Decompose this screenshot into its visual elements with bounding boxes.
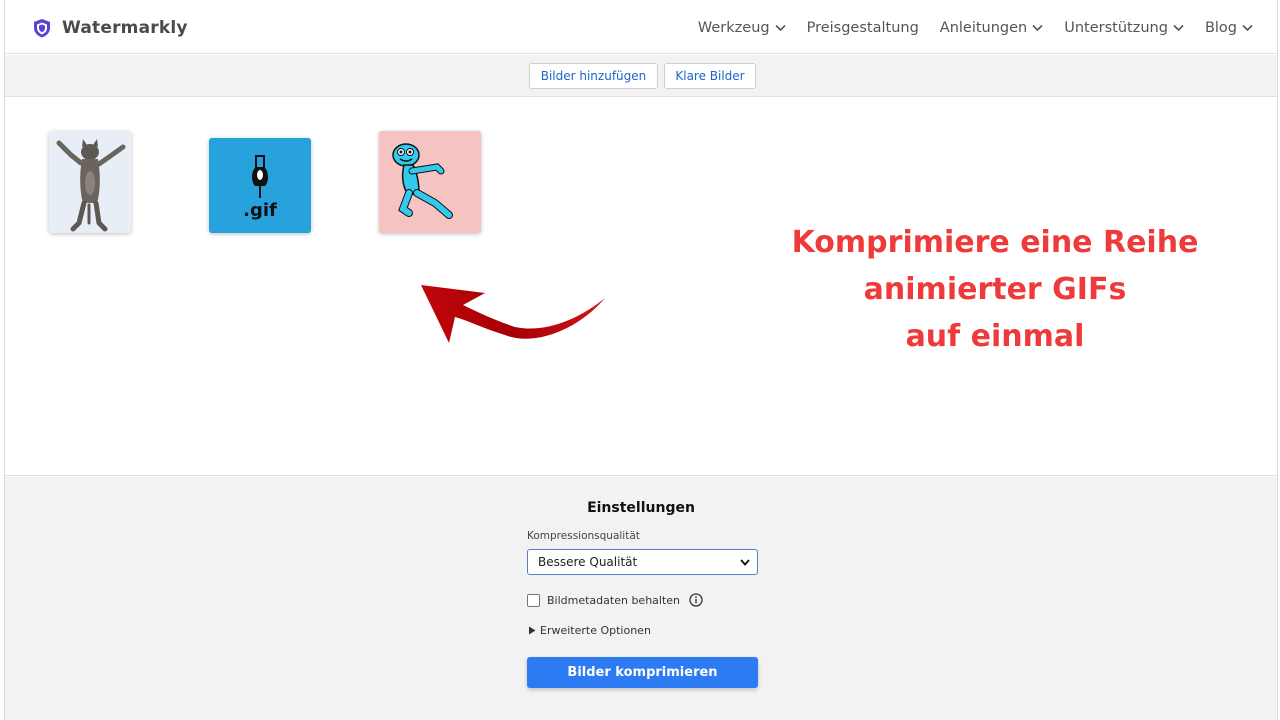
nav-item-label: Preisgestaltung: [806, 20, 919, 36]
nav-item-unterstuetzung[interactable]: Unterstützung: [1064, 20, 1184, 36]
advanced-options-toggle[interactable]: Erweiterte Optionen: [528, 624, 651, 637]
quality-select-value: Bessere Qualität: [538, 555, 638, 569]
advanced-options-label: Erweiterte Optionen: [540, 624, 651, 637]
nav-item-label: Blog: [1204, 20, 1237, 36]
quality-label: Kompressionsqualität: [527, 530, 640, 542]
gif-caption: .gif: [243, 200, 277, 221]
promo-line-2: animierter GIFs: [863, 272, 1127, 307]
add-images-button[interactable]: Bilder hinzufügen: [529, 63, 658, 89]
metadata-option: Bildmetadaten behalten: [527, 593, 703, 607]
app-window: Watermarkly Werkzeug Preisgestaltung Anl…: [0, 0, 1280, 720]
nav-item-label: Unterstützung: [1064, 20, 1168, 36]
settings-panel: Einstellungen Kompressionsqualität Besse…: [5, 477, 1277, 720]
nav-item-blog[interactable]: Blog: [1205, 20, 1253, 36]
nav-item-preisgestaltung[interactable]: Preisgestaltung: [807, 20, 919, 36]
promo-line-3: auf einmal: [905, 319, 1085, 354]
cartoon-image: [379, 131, 481, 233]
chevron-down-icon: [775, 24, 786, 32]
chevron-down-icon: [1173, 24, 1184, 32]
compress-images-button[interactable]: Bilder komprimieren: [527, 657, 758, 688]
nav-item-werkzeug[interactable]: Werkzeug: [698, 20, 786, 36]
chevron-down-icon: [1032, 24, 1043, 32]
image-list: .gif Komprimiere eine Reihe animierter G…: [5, 97, 1277, 476]
gif-file-icon: .gif: [209, 138, 311, 233]
nav-item-label: Werkzeug: [697, 20, 770, 36]
triangle-right-icon: [529, 626, 536, 635]
quality-select[interactable]: Bessere Qualität: [527, 549, 758, 575]
curved-arrow-icon: [421, 285, 605, 343]
shield-icon: [34, 19, 50, 38]
right-border: [1277, 0, 1278, 720]
chevron-down-icon: [1242, 24, 1253, 32]
nav-item-anleitungen[interactable]: Anleitungen: [940, 20, 1043, 36]
metadata-label: Bildmetadaten behalten: [547, 593, 681, 607]
image-thumbnail-dance[interactable]: [379, 131, 481, 233]
image-thumbnail-gif[interactable]: .gif: [209, 138, 311, 233]
settings-title: Einstellungen: [587, 500, 695, 516]
cat-image: [49, 131, 131, 233]
info-icon[interactable]: [689, 593, 703, 607]
promo-text: Komprimiere eine Reihe animierter GIFs a…: [780, 219, 1210, 360]
chevron-down-icon: [740, 559, 750, 566]
promo-line-1: Komprimiere eine Reihe: [791, 225, 1199, 260]
image-toolbar: Bilder hinzufügen Klare Bilder: [5, 55, 1277, 97]
brand-logo[interactable]: Watermarkly: [33, 18, 188, 38]
site-header: Watermarkly Werkzeug Preisgestaltung Anl…: [5, 4, 1277, 54]
metadata-checkbox[interactable]: [527, 593, 540, 607]
clear-images-button[interactable]: Klare Bilder: [664, 63, 756, 89]
main-nav: Werkzeug Preisgestaltung Anleitungen Unt…: [698, 20, 1253, 36]
image-thumbnail-cat[interactable]: [49, 131, 131, 233]
nav-item-label: Anleitungen: [939, 20, 1028, 36]
brand-name: Watermarkly: [62, 18, 188, 38]
